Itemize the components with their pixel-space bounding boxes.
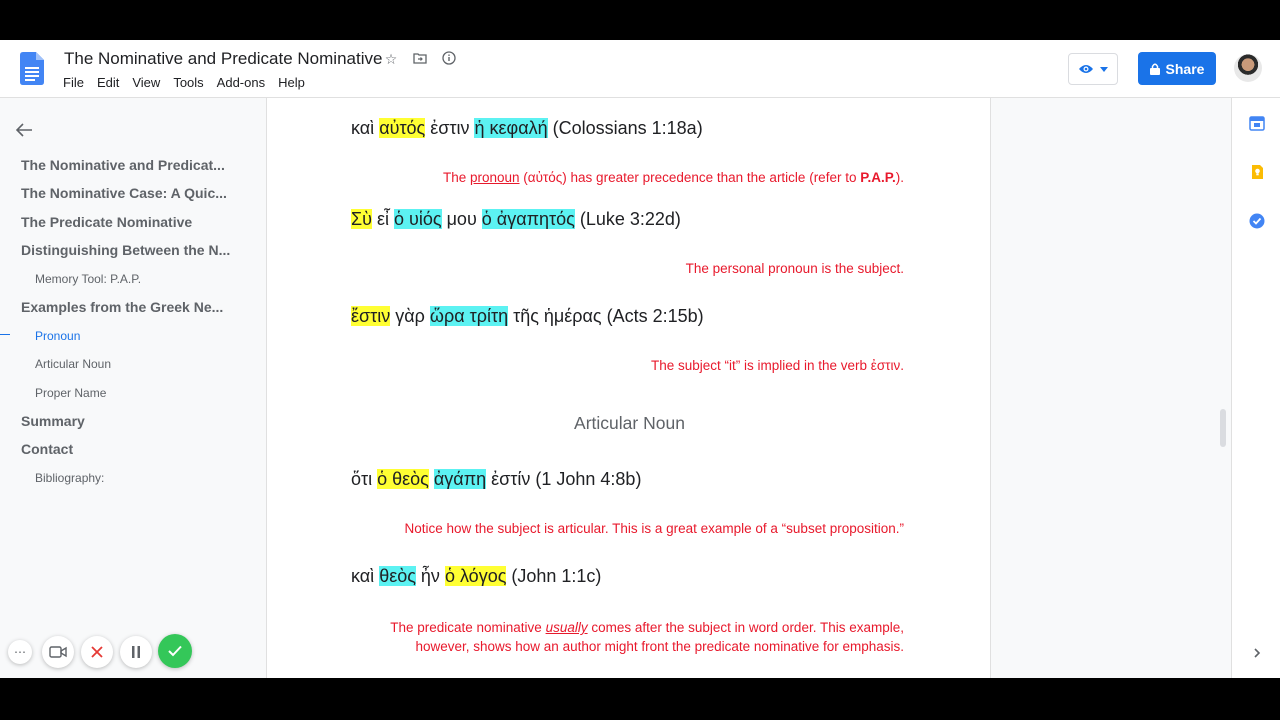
calendar-icon[interactable] xyxy=(1249,115,1265,131)
check-icon xyxy=(168,645,182,657)
outline-item-proper-name[interactable]: Proper Name xyxy=(35,386,106,400)
note-implied-subject: The subject “it” is implied in the verb … xyxy=(650,358,904,373)
menu-file[interactable]: File xyxy=(63,75,84,90)
menu-help[interactable]: Help xyxy=(278,75,305,90)
chevron-right-icon[interactable] xyxy=(1249,645,1265,661)
star-icon[interactable]: ☆ xyxy=(383,51,399,67)
note-personal-pronoun: The personal pronoun is the subject. xyxy=(685,261,904,276)
pause-icon xyxy=(132,646,140,658)
outline-item-title[interactable]: The Nominative and Predicat... xyxy=(21,157,225,173)
tasks-icon[interactable] xyxy=(1249,213,1265,229)
back-arrow-icon[interactable] xyxy=(15,122,33,142)
section-heading-articular-noun: Articular Noun xyxy=(574,413,685,433)
finish-recording-button[interactable] xyxy=(158,634,192,668)
outline-item-distinguishing[interactable]: Distinguishing Between the N... xyxy=(21,242,230,258)
avatar[interactable] xyxy=(1234,54,1262,82)
menu-edit[interactable]: Edit xyxy=(97,75,119,90)
caret-down-icon xyxy=(1100,66,1108,72)
cancel-recording-button[interactable] xyxy=(81,636,113,668)
share-label: Share xyxy=(1165,60,1205,77)
outline-item-contact[interactable]: Contact xyxy=(21,441,73,457)
note-word-order: The predicate nominative usually comes a… xyxy=(390,620,904,654)
camera-toggle-button[interactable] xyxy=(42,636,74,668)
more-options-button[interactable]: ⋯ xyxy=(8,640,32,664)
outline-item-bibliography[interactable]: Bibliography: xyxy=(35,471,104,485)
greek-line-acts: ἔστιν γὰρ ὥρα τρίτη τῆς ἡμέρας (Acts 2:1… xyxy=(351,306,704,326)
outline-item-articular-noun[interactable]: Articular Noun xyxy=(35,357,111,371)
greek-line-colossians: καὶ αὐτός ἐστιν ἡ κεφαλή (Colossians 1:1… xyxy=(351,118,703,138)
document-title[interactable]: The Nominative and Predicate Nominative xyxy=(64,49,382,69)
view-mode-button[interactable] xyxy=(1068,53,1118,85)
note-subset-proposition: Notice how the subject is articular. Thi… xyxy=(404,521,905,536)
lock-icon xyxy=(1149,63,1160,75)
more-dots-icon: ⋯ xyxy=(14,645,26,659)
eye-icon xyxy=(1079,65,1093,73)
greek-line-1-john: ὅτι ὁ θεὸς ἀγάπη ἐστίν (1 John 4:8b) xyxy=(351,469,642,489)
outline-item-nominative-case[interactable]: The Nominative Case: A Quic... xyxy=(21,185,227,201)
pause-recording-button[interactable] xyxy=(120,636,152,668)
greek-line-john: καὶ θεὸς ἦν ὁ λόγος (John 1:1c) xyxy=(351,566,602,586)
camera-icon xyxy=(49,646,67,658)
menu-view[interactable]: View xyxy=(132,75,160,90)
docs-logo-icon[interactable] xyxy=(20,52,44,85)
keep-icon[interactable] xyxy=(1249,164,1265,180)
info-icon[interactable] xyxy=(441,51,457,67)
menu-tools[interactable]: Tools xyxy=(173,75,203,90)
note-pronoun-precedence: The pronoun (αὐτός) has greater preceden… xyxy=(442,170,904,185)
close-icon xyxy=(91,646,103,658)
outline-item-predicate-nominative[interactable]: The Predicate Nominative xyxy=(21,214,192,230)
side-panel xyxy=(1231,98,1280,678)
header-bar: The Nominative and Predicate Nominative … xyxy=(0,40,1280,98)
docs-window: The Nominative and Predicate Nominative … xyxy=(0,40,1280,678)
outline-item-summary[interactable]: Summary xyxy=(21,413,85,429)
menu-bar: File Edit View Tools Add-ons Help xyxy=(63,75,318,90)
greek-line-luke: Σὺ εἶ ὁ υἱός μου ὁ ἀγαπητός (Luke 3:22d) xyxy=(351,209,681,229)
share-button[interactable]: Share xyxy=(1138,52,1216,85)
scrollbar-thumb[interactable] xyxy=(1220,409,1226,447)
outline-item-memory-tool[interactable]: Memory Tool: P.A.P. xyxy=(35,272,141,286)
document-outline: The Nominative and Predicat... The Nomin… xyxy=(0,98,265,678)
menu-addons[interactable]: Add-ons xyxy=(217,75,265,90)
move-folder-icon[interactable] xyxy=(412,51,428,67)
document-page[interactable]: καὶ αὐτός ἐστιν ἡ κεφαλή (Colossians 1:1… xyxy=(266,98,991,678)
outline-item-pronoun[interactable]: Pronoun xyxy=(35,329,80,343)
outline-item-examples[interactable]: Examples from the Greek Ne... xyxy=(21,299,223,315)
active-section-marker xyxy=(0,334,10,335)
